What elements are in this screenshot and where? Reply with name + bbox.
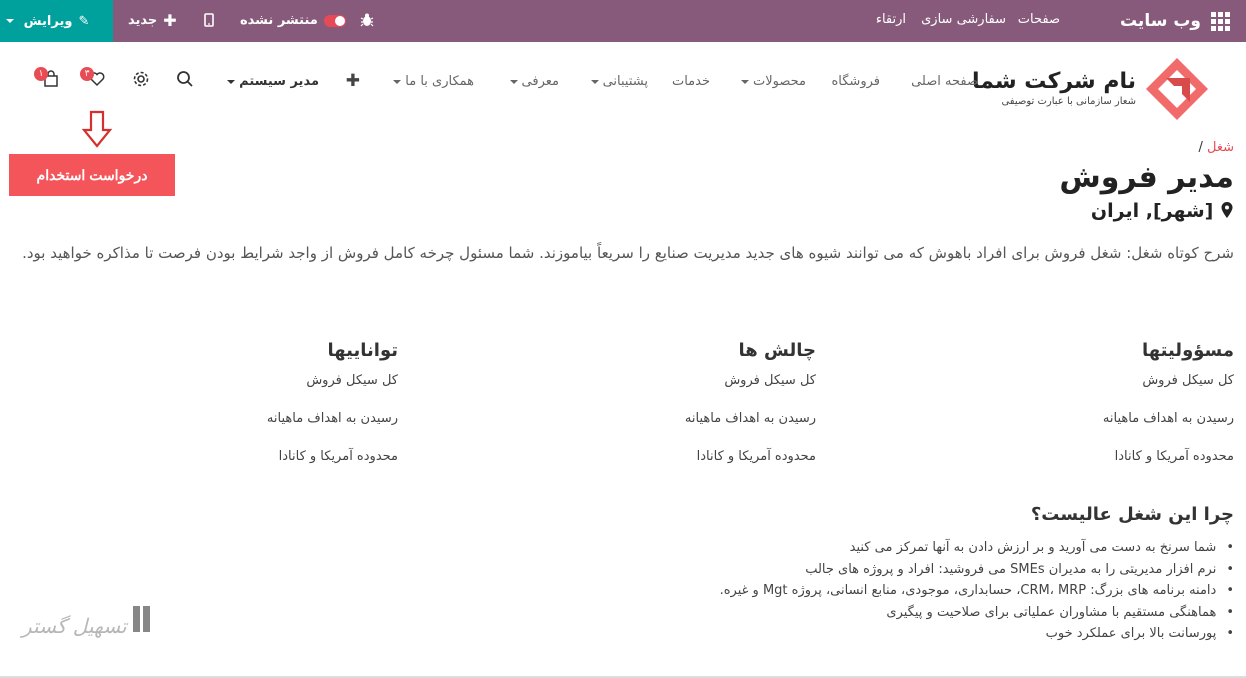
column-item: کل سیکل فروش [724, 373, 816, 388]
nav-services[interactable]: خدمات [672, 74, 710, 89]
chevron-down-icon [509, 79, 518, 84]
column-item: رسیدن به اهداف ماهیانه [684, 411, 816, 426]
column-item: محدوده آمریکا و کانادا [696, 449, 816, 464]
column-item: کل سیکل فروش [306, 373, 398, 388]
list-item: دامنه برنامه های بزرگ: CRM، MRP، حسابدار… [720, 581, 1234, 603]
nav-cooperation[interactable]: همکاری با ما [393, 74, 474, 89]
edit-button[interactable]: ✎ ویرایش [0, 0, 113, 42]
breadcrumb-separator: / [1198, 140, 1203, 155]
chevron-down-icon [227, 79, 236, 84]
column-title: چالش ها [738, 340, 816, 361]
column-item: محدوده آمریکا و کانادا [1114, 449, 1234, 464]
nav-home[interactable]: صفحه اصلی [911, 74, 978, 89]
plus-icon: ✚ [163, 11, 177, 30]
topbar-brand[interactable]: وب سایت [1120, 0, 1230, 42]
pencil-icon: ✎ [78, 13, 90, 29]
unpublished-label: منتشر نشده [240, 13, 318, 28]
nav-products[interactable]: محصولات [741, 74, 806, 89]
new-button[interactable]: ✚ جدید [128, 0, 177, 42]
new-label: جدید [128, 13, 158, 28]
topbar-menu-customize[interactable]: سفارشی سازی [921, 0, 1006, 42]
list-item: نرم افزار مدیریتی را به مدیران SMEs می ف… [720, 560, 1234, 582]
topbar-brand-label: وب سایت [1119, 11, 1201, 31]
nav-admin[interactable]: مدیر سیستم [227, 74, 319, 89]
site-header: نام شرکت شما شعار سازمانی با عبارت توصیف… [0, 42, 1246, 122]
wishlist-count-badge: ۳ [80, 67, 94, 81]
edit-label: ویرایش [23, 13, 73, 29]
nav-shop[interactable]: فروشگاه [831, 74, 880, 89]
watermark-logo-icon [132, 606, 159, 646]
job-location: [شهر], ایران [1091, 200, 1234, 222]
publish-toggle[interactable]: منتشر نشده [240, 0, 346, 42]
job-location-text: [شهر], ایران [1090, 200, 1214, 222]
skills-column: تواناییها کل سیکل فروش رسیدن به اهداف ما… [98, 340, 398, 487]
column-item: رسیدن به اهداف ماهیانه [266, 411, 398, 426]
column-item: رسیدن به اهداف ماهیانه [1102, 411, 1234, 426]
column-title: تواناییها [327, 340, 398, 361]
responsibilities-column: مسؤولیتها کل سیکل فروش رسیدن به اهداف ما… [934, 340, 1234, 487]
chevron-down-icon [590, 79, 599, 84]
nav-intro[interactable]: معرفی [509, 74, 559, 89]
arrow-down-icon [82, 110, 112, 148]
cart-count-badge: ۱ [34, 67, 48, 81]
list-item: پورسانت بالا برای عملکرد خوب [720, 624, 1234, 646]
breadcrumb: شغل / [1198, 140, 1234, 155]
apply-job-button[interactable]: درخواست استخدام [9, 154, 175, 196]
column-item: محدوده آمریکا و کانادا [278, 449, 398, 464]
mobile-icon[interactable] [204, 0, 214, 42]
chevron-down-icon [741, 79, 749, 84]
admin-topbar: وب سایت صفحات سفارشی سازی ارتقاء منتشر ن… [0, 0, 1246, 42]
nav-cooperation-label: همکاری با ما [405, 74, 474, 89]
nav-admin-label: مدیر سیستم [239, 74, 319, 89]
list-item: هماهنگی مستقیم با مشاوران عملیاتی برای ص… [720, 603, 1234, 625]
column-item: کل سیکل فروش [1142, 373, 1234, 388]
chevron-down-icon [393, 79, 402, 84]
apps-grid-icon[interactable] [1211, 11, 1230, 31]
breadcrumb-jobs-link[interactable]: شغل [1207, 140, 1234, 155]
map-marker-icon [1213, 200, 1234, 222]
watermark-text: تسهیل گستر [22, 614, 127, 638]
bug-icon[interactable] [360, 0, 374, 42]
search-icon[interactable] [176, 70, 194, 92]
job-title: مدیر فروش [1059, 160, 1234, 195]
list-item: شما سرنخ به دست می آورید و بر ارزش دادن … [720, 538, 1234, 560]
topbar-menu-upgrade[interactable]: ارتقاء [876, 0, 906, 42]
nav-products-label: محصولات [753, 74, 806, 89]
nav-support[interactable]: پشتیبانی [590, 74, 648, 89]
toggle-icon[interactable] [323, 15, 346, 27]
job-description: شرح کوتاه شغل: شغل فروش برای افراد باهوش… [22, 244, 1234, 262]
column-title: مسؤولیتها [1141, 340, 1234, 361]
why-title: چرا این شغل عالیست؟ [1030, 504, 1234, 525]
watermark: تسهیل گستر [22, 606, 159, 646]
nav-support-label: پشتیبانی [602, 74, 648, 89]
nav-add-icon[interactable]: ✚ [346, 71, 360, 91]
edit-dropdown-caret-icon[interactable] [6, 19, 14, 23]
gear-icon[interactable] [132, 70, 150, 92]
nav-intro-label: معرفی [521, 74, 559, 89]
why-list: شما سرنخ به دست می آورید و بر ارزش دادن … [720, 538, 1234, 646]
topbar-menu-pages[interactable]: صفحات [1018, 0, 1060, 42]
challenges-column: چالش ها کل سیکل فروش رسیدن به اهداف ماهی… [516, 340, 816, 487]
